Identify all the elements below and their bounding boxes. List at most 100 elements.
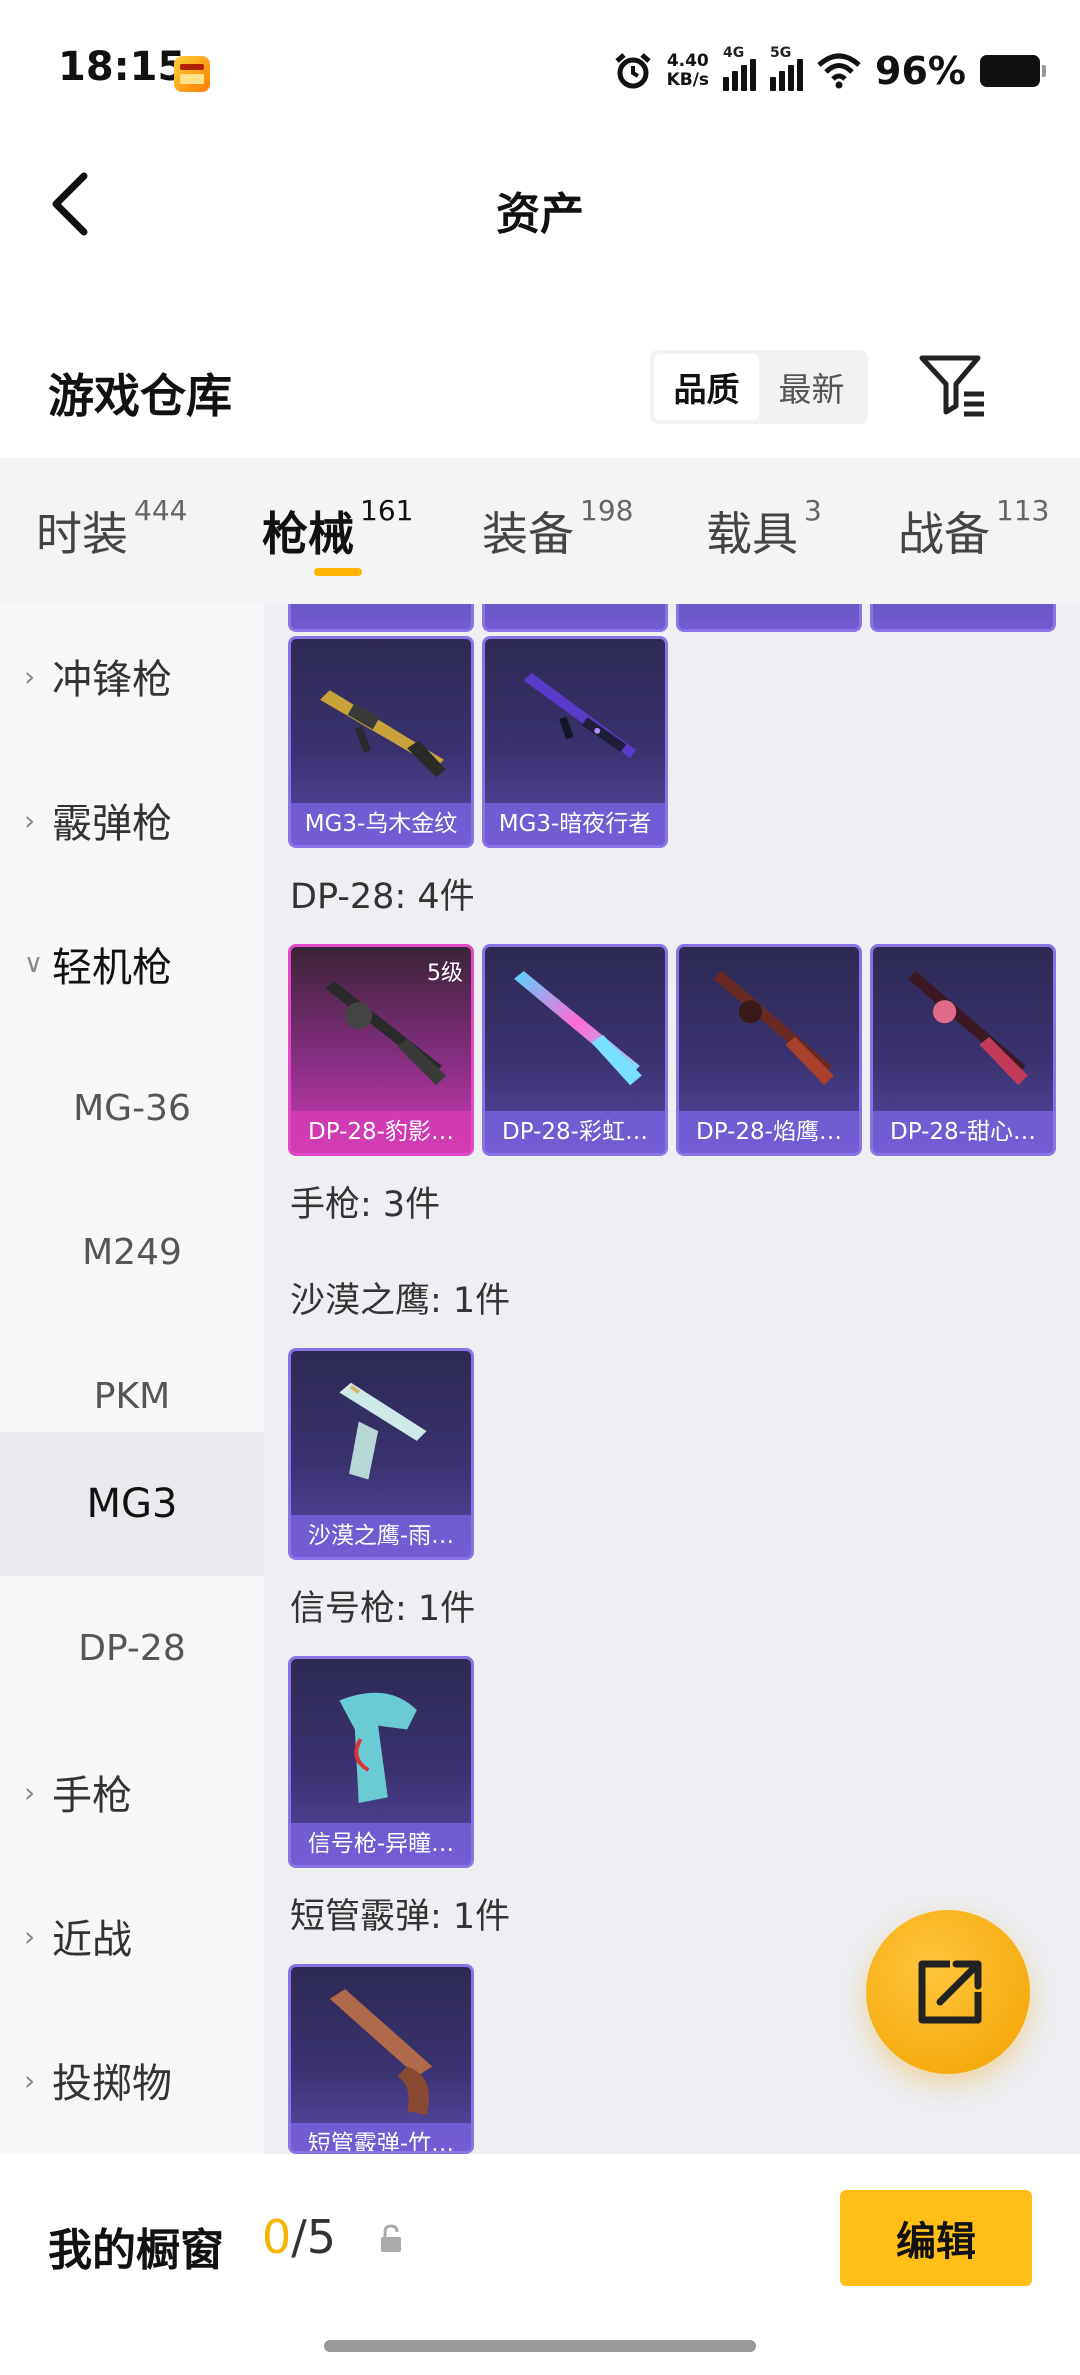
showcase-count: 0/5 [262,2210,336,2264]
item-card[interactable]: 信号枪-异瞳… [288,1656,474,1868]
item-name: DP-28-彩虹… [485,1111,665,1153]
chevron-right-icon: › [24,1775,36,1809]
tab-vehicles[interactable]: 载具 3 [706,494,822,564]
item-name: MG3-乌木金纹 [291,803,471,845]
tab-equipment[interactable]: 装备 198 [482,494,633,564]
item-card[interactable]: 短管霰弹-竹… [288,1964,474,2154]
deagle-gun-image [339,1382,427,1480]
tab-firearms[interactable]: 枪械 161 [262,494,413,564]
item-card[interactable]: DP-28-焰鹰… [676,944,862,1156]
item-name: 沙漠之鹰-雨… [291,1515,471,1557]
flare-gun-image [339,1692,417,1804]
status-bar: 18:15 4.40 KB/s 4G 5G 96% [0,0,1080,140]
sidebar-item-label: 冲锋枪 [52,657,172,703]
app-notification-icon [174,56,210,92]
item-name: DP-28-甜心… [873,1111,1053,1153]
item-level-badge: 5级 [427,961,463,986]
battery-icon [980,55,1046,87]
bottom-bar: 我的橱窗 0/5 编辑 [0,2154,1080,2375]
item-card-partial[interactable] [288,604,474,632]
sidebar-item-throwable[interactable]: › 投掷物 [0,2008,264,2152]
item-card[interactable]: DP-28-彩虹… [482,944,668,1156]
tab-label: 战备 [898,507,990,561]
sidebar-item-shotgun[interactable]: › 霰弹枪 [0,748,264,892]
sidebar-item-label: 近战 [52,1917,132,1963]
sort-quality-button[interactable]: 品质 [654,354,759,420]
item-name: MG3-暗夜行者 [485,803,665,845]
net-speed-unit: KB/s [666,70,710,90]
sort-newest-button[interactable]: 最新 [759,354,864,420]
dp28-sweetheart-gun-image [907,971,1028,1086]
showcase-count-current: 0 [262,2210,292,2264]
item-name: 短管霰弹-竹… [291,2123,471,2151]
sidebar-item-label: 手枪 [52,1773,132,1819]
item-card-partial[interactable] [676,604,862,632]
share-button[interactable] [866,1910,1030,2074]
section-label-deagle: 沙漠之鹰: 1件 [290,1281,511,1321]
dp28-flame-gun-image [713,971,834,1086]
sidebar-item-m249[interactable]: M249 [0,1180,264,1324]
signal-icon: 5G [770,45,804,91]
sidebar-item-label: 轻机枪 [52,945,172,991]
sidebar-item-melee[interactable]: › 近战 [0,1864,264,2008]
screen: 18:15 4.40 KB/s 4G 5G 96% 资产 游戏仓库 品质 最新 … [0,0,1080,2375]
tab-count: 444 [134,494,188,527]
chevron-right-icon: › [24,1919,36,1953]
tab-count: 113 [996,494,1050,527]
sidebar-item-pistol[interactable]: › 手枪 [0,1720,264,1864]
sidebar-item-label: 霰弹枪 [52,801,172,847]
sidebar-item-mg36[interactable]: MG-36 [0,1036,264,1180]
sidebar-item-dp28[interactable]: DP-28 [0,1576,264,1720]
share-icon [918,1960,982,2024]
net-speed: 4.40 KB/s [667,52,709,90]
section-label-flare: 信号枪: 1件 [290,1589,476,1629]
item-card[interactable]: MG3-乌木金纹 [288,636,474,848]
sidebar-item-label: 投掷物 [52,2061,172,2107]
net-speed-value: 4.40 [666,51,709,71]
chevron-right-icon: › [24,2063,36,2097]
home-indicator [324,2340,756,2352]
lock-icon [381,2224,401,2252]
alarm-icon [614,53,651,89]
item-card-partial[interactable] [482,604,668,632]
sort-toggle: 品质 最新 [650,350,868,424]
showcase-count-total: /5 [291,2210,337,2264]
short-shotgun-image [329,1989,433,2115]
tab-count: 161 [360,494,414,527]
wifi-icon [817,53,861,89]
tab-supplies[interactable]: 战备 113 [898,494,1049,564]
active-tab-indicator [314,568,362,576]
dp28-rainbow-gun-image [514,971,642,1086]
chevron-right-icon: › [24,659,36,693]
tab-fashion[interactable]: 时装 444 [36,494,187,564]
mg3-gold-gun-image [320,690,446,778]
sidebar-item-lmg[interactable]: ∨ 轻机枪 [0,892,264,1036]
signal-icon: 4G [723,45,757,91]
item-name: DP-28-豹影… [291,1111,471,1153]
signal-2-label: 5G [770,45,792,61]
item-card[interactable]: 5级 DP-28-豹影… [288,944,474,1156]
battery-percent: 96% [875,49,966,93]
showcase-label: 我的橱窗 [48,2225,224,2276]
category-tabs: 时装 444 枪械 161 装备 198 载具 3 战备 113 [0,458,1080,604]
chevron-down-icon: ∨ [24,949,44,979]
signal-1-label: 4G [723,45,745,61]
item-name: 信号枪-异瞳… [291,1823,471,1865]
mg3-night-gun-image [523,672,636,758]
item-card[interactable]: DP-28-甜心… [870,944,1056,1156]
tab-count: 198 [580,494,634,527]
tab-label: 时装 [36,507,128,561]
item-card-partial[interactable] [870,604,1056,632]
weapon-type-sidebar: › 冲锋枪 › 霰弹枪 ∨ 轻机枪 MG-36 M249 PKM MG3 DP-28 … [0,604,264,2154]
page-title: 资产 [496,189,584,240]
sidebar-item-mg3[interactable]: MG3 [0,1432,264,1576]
warehouse-title: 游戏仓库 [48,369,232,423]
status-icons: 4.40 KB/s 4G 5G 96% [613,45,1046,96]
tab-label: 枪械 [262,507,354,561]
item-card[interactable]: MG3-暗夜行者 [482,636,668,848]
sidebar-item-smg[interactable]: › 冲锋枪 [0,604,264,748]
item-card[interactable]: 沙漠之鹰-雨… [288,1348,474,1560]
edit-button[interactable]: 编辑 [840,2190,1032,2286]
section-label-pistol: 手枪: 3件 [290,1185,441,1225]
filter-icon[interactable] [918,354,988,420]
